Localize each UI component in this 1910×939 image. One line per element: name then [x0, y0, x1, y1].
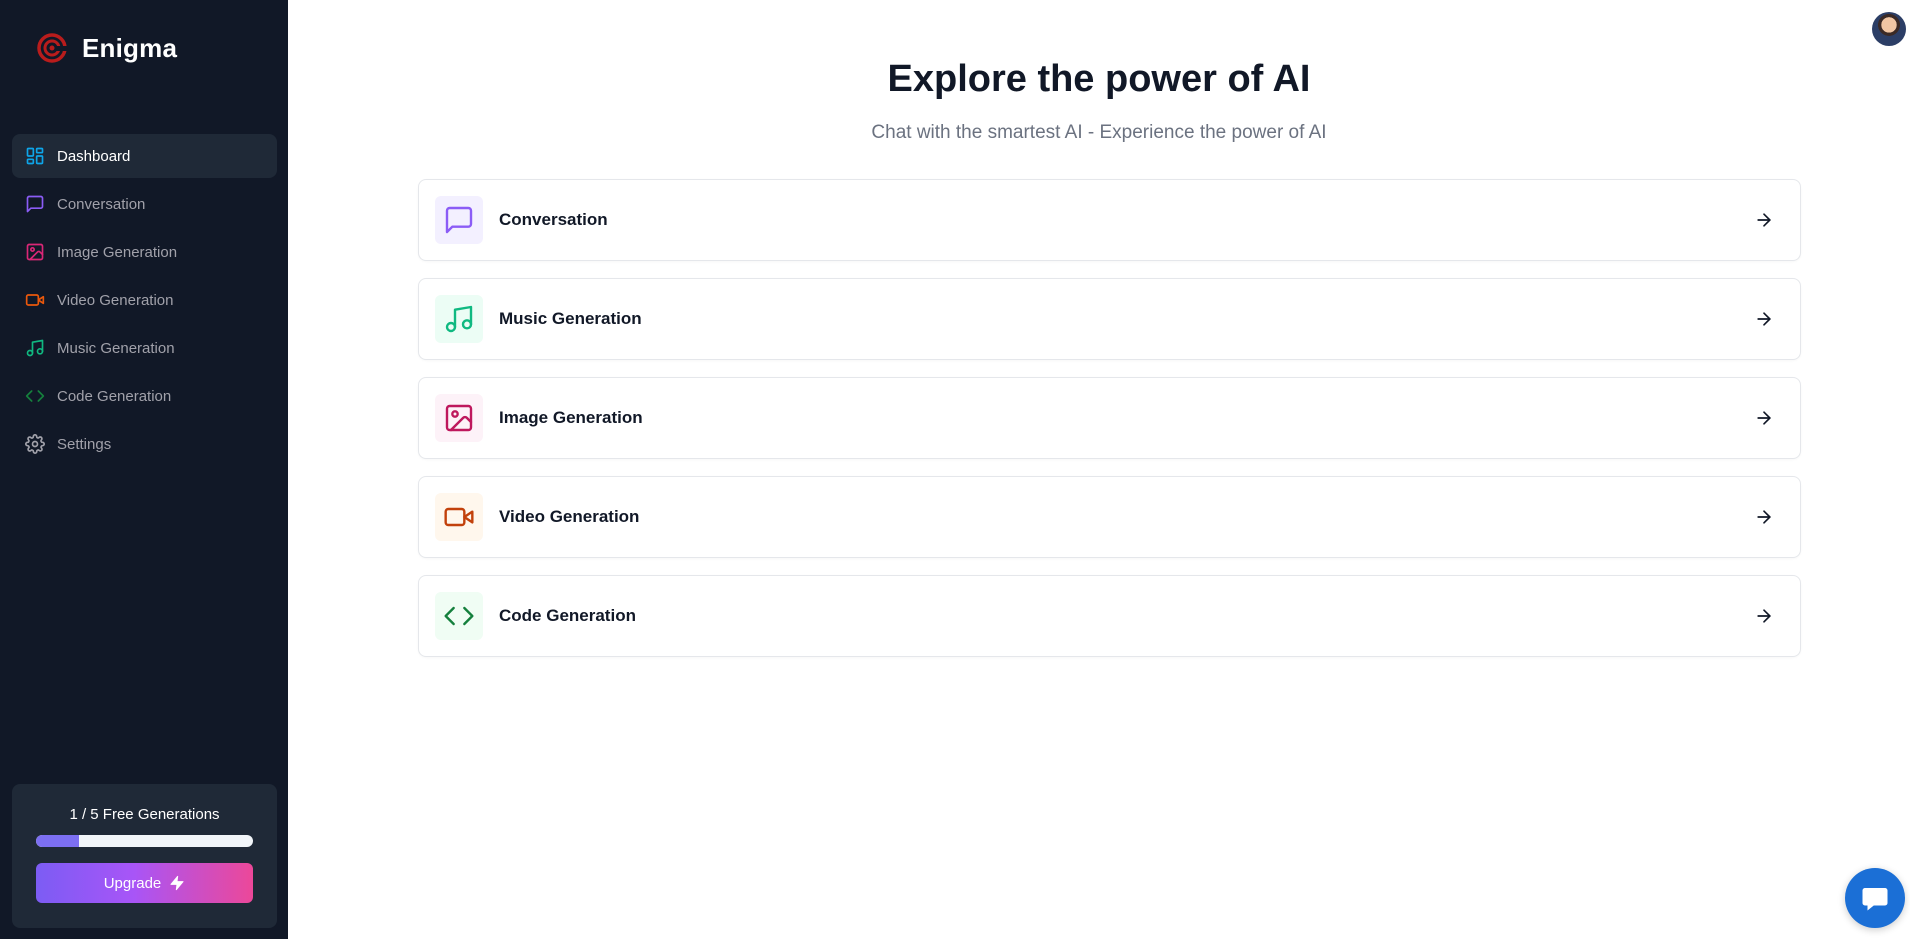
- arrow-right-icon: [1757, 609, 1771, 623]
- sidebar-item-settings[interactable]: Settings: [12, 422, 277, 466]
- chat-widget-button[interactable]: [1845, 868, 1905, 928]
- brand-link[interactable]: Enigma: [36, 32, 177, 64]
- sidebar: Enigma Dashboard Conversation Image Gene…: [0, 0, 288, 939]
- page-subtitle: Chat with the smartest AI - Experience t…: [871, 122, 1327, 143]
- sidebar-item-label: Conversation: [57, 195, 146, 213]
- usage-count-text: 1 / 5 Free Generations: [69, 806, 220, 823]
- sidebar-item-code-generation[interactable]: Code Generation: [12, 374, 277, 418]
- sidebar-item-conversation[interactable]: Conversation: [12, 182, 277, 226]
- tool-card-conversation[interactable]: Conversation: [418, 179, 1801, 261]
- tool-card-label: Conversation: [499, 210, 608, 229]
- arrow-right-icon: [1757, 312, 1771, 326]
- settings-icon: [25, 434, 45, 454]
- app-name: Enigma: [82, 32, 178, 63]
- music-icon: [445, 305, 473, 333]
- tool-icon-tile: [435, 493, 483, 541]
- chat-bubble-icon: [1862, 888, 1888, 911]
- tool-icon-tile: [435, 394, 483, 442]
- logo-icon: [37, 33, 68, 63]
- sidebar-item-label: Settings: [57, 435, 112, 453]
- video-icon: [444, 507, 474, 527]
- tool-card-music-generation[interactable]: Music Generation: [418, 278, 1801, 360]
- sidebar-item-image-generation[interactable]: Image Generation: [12, 230, 277, 274]
- sidebar-item-label: Video Generation: [57, 291, 174, 309]
- sidebar-item-label: Image Generation: [57, 243, 178, 261]
- tool-icon-tile: [435, 295, 483, 343]
- usage-progress-bar: [36, 835, 253, 847]
- image-icon: [25, 242, 45, 262]
- music-icon: [25, 338, 45, 358]
- sidebar-item-label: Code Generation: [57, 387, 172, 405]
- upgrade-button-label: Upgrade: [103, 874, 162, 892]
- tool-card-video-generation[interactable]: Video Generation: [418, 476, 1801, 558]
- free-usage-card: 1 / 5 Free Generations Upgrade: [12, 784, 277, 928]
- message-square-icon: [25, 194, 45, 214]
- arrow-right-icon: [1757, 411, 1771, 425]
- tool-card-label: Image Generation: [499, 408, 643, 427]
- tool-icon-tile: [435, 196, 483, 244]
- image-icon: [445, 404, 473, 432]
- tool-card-label: Code Generation: [499, 606, 636, 625]
- tool-icon-tile: [435, 592, 483, 640]
- usage-progress-fill: [36, 835, 80, 847]
- tool-card-image-generation[interactable]: Image Generation: [418, 377, 1801, 459]
- tool-card-code-generation[interactable]: Code Generation: [418, 575, 1801, 657]
- page-title: Explore the power of AI: [887, 58, 1311, 100]
- tool-card-label: Music Generation: [499, 309, 642, 328]
- sidebar-item-label: Music Generation: [57, 339, 175, 357]
- arrow-right-icon: [1757, 510, 1771, 524]
- user-avatar[interactable]: [1872, 12, 1906, 46]
- upgrade-button[interactable]: Upgrade: [36, 863, 253, 903]
- sidebar-item-label: Dashboard: [57, 147, 131, 165]
- layout-dashboard-icon: [25, 146, 45, 166]
- tool-card-label: Video Generation: [499, 507, 640, 526]
- arrow-right-icon: [1757, 213, 1771, 227]
- sidebar-item-video-generation[interactable]: Video Generation: [12, 278, 277, 322]
- video-icon: [25, 290, 45, 310]
- zap-icon: [170, 875, 184, 891]
- code-icon: [444, 606, 474, 626]
- message-square-icon: [445, 206, 473, 234]
- code-icon: [25, 386, 45, 406]
- sidebar-item-music-generation[interactable]: Music Generation: [12, 326, 277, 370]
- sidebar-nav: Dashboard Conversation Image Generation: [12, 134, 277, 470]
- tool-list: Conversation Music Generation Image Gene…: [418, 179, 1801, 674]
- sidebar-item-dashboard[interactable]: Dashboard: [12, 134, 277, 178]
